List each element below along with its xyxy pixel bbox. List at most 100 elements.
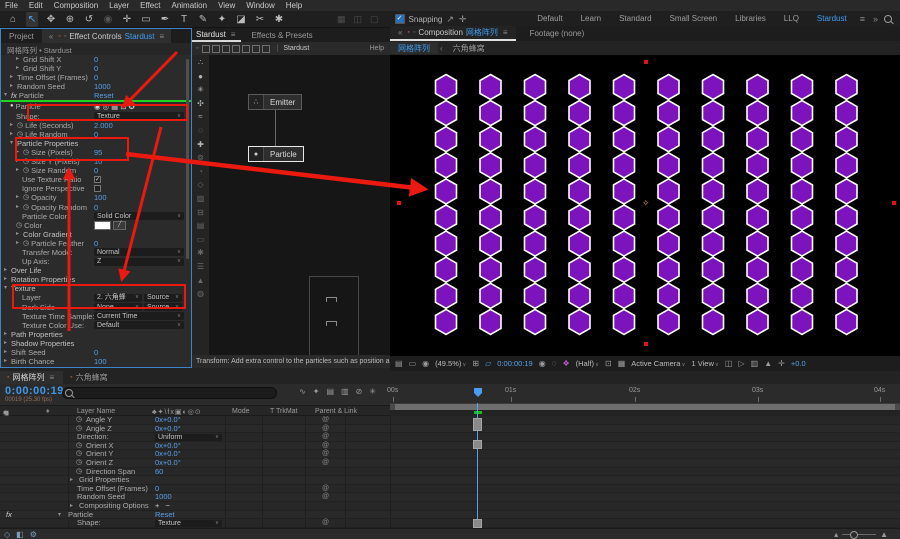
- workspace-tab-stardust[interactable]: Stardust: [808, 11, 856, 27]
- rulers-icon[interactable]: ⊞: [472, 359, 479, 368]
- stopwatch-icon[interactable]: ◷: [16, 221, 22, 230]
- node-type-icon-13[interactable]: ▭: [197, 235, 205, 244]
- property-value[interactable]: 10: [94, 157, 102, 166]
- property-value[interactable]: 0x+0.0°: [155, 425, 181, 434]
- expander-arrow-icon[interactable]: ▸: [70, 476, 73, 485]
- expander-arrow-icon[interactable]: ▸: [16, 157, 21, 166]
- panel-collapse-icon[interactable]: «: [47, 32, 55, 41]
- snapshot-icon[interactable]: ◉: [422, 359, 429, 368]
- workspace-tab-llq[interactable]: LLQ: [775, 11, 808, 27]
- timeline-toggle-icon-2[interactable]: ⚙: [30, 530, 37, 539]
- property-value[interactable]: 0: [94, 130, 98, 139]
- timeline-tab-grid-array[interactable]: ▪ 网格阵列 ≡: [0, 371, 63, 384]
- time-ruler[interactable]: 00s01s02s03s04s: [390, 384, 900, 405]
- expander-arrow-icon[interactable]: ▸: [4, 348, 9, 357]
- particle-mode-icon-4[interactable]: ✪: [128, 102, 134, 111]
- node-type-icon-6[interactable]: ✚: [197, 140, 204, 149]
- zoom-in-icon[interactable]: ▲: [880, 530, 888, 539]
- checkbox-ignore-perspective[interactable]: [94, 185, 101, 192]
- node-filter-icon-2[interactable]: [222, 45, 230, 53]
- timeline-toggle-icon-1[interactable]: ◧: [16, 530, 24, 539]
- timeline-button-icon[interactable]: ▥: [751, 359, 759, 368]
- node-graph-canvas[interactable]: ∴ Emitter ● Particle: [209, 55, 390, 355]
- draft-3d-icon[interactable]: ✦: [313, 387, 320, 396]
- timeline-zoom-slider[interactable]: ▴ ▲: [834, 530, 888, 539]
- dropdown-texture-time-sample-[interactable]: Current Time∨: [94, 312, 184, 320]
- menu-animation[interactable]: Animation: [171, 1, 207, 10]
- resolution-select[interactable]: (Half)∨: [576, 359, 599, 368]
- mask-visibility-icon[interactable]: ▱: [485, 359, 491, 368]
- menu-help[interactable]: Help: [286, 1, 302, 10]
- expander-arrow-icon[interactable]: ▸: [10, 121, 15, 130]
- stopwatch-icon[interactable]: ◷: [76, 450, 82, 459]
- expander-arrow-icon[interactable]: ▾: [4, 284, 9, 293]
- col-layer-name[interactable]: Layer Name: [77, 408, 115, 415]
- snapshot-camera-icon[interactable]: ◉: [539, 359, 546, 368]
- property-value[interactable]: 95: [94, 148, 102, 157]
- tab-composition[interactable]: « ▪ ◦ Composition 网格阵列 ≡: [390, 26, 516, 41]
- expander-arrow-icon[interactable]: ▾: [58, 511, 61, 520]
- dropdown-texture-color-use-[interactable]: Default∨: [94, 321, 184, 329]
- effect-controls-scrollbar[interactable]: [186, 59, 189, 259]
- dropdown-dark-side[interactable]: None∨: [94, 303, 142, 311]
- workspace-tab-standard[interactable]: Standard: [610, 11, 660, 27]
- transparency-grid-icon[interactable]: ▦: [618, 359, 626, 368]
- zoom-tool-icon[interactable]: ⊕: [64, 12, 76, 27]
- expander-arrow-icon[interactable]: ▸: [10, 82, 15, 91]
- viewer-back-icon[interactable]: ‹: [438, 44, 445, 53]
- exposure-icon[interactable]: ✛: [778, 359, 785, 368]
- stardust-lock-icon[interactable]: ◦: [196, 45, 198, 52]
- parent-pickwhip-icon[interactable]: @: [322, 485, 329, 494]
- comp-lock-icon[interactable]: ◦: [413, 29, 415, 36]
- expander-arrow-icon[interactable]: ▸: [16, 166, 21, 175]
- property-value[interactable]: 100: [94, 193, 107, 202]
- menu-file[interactable]: File: [5, 1, 18, 10]
- eraser-tool-icon[interactable]: ◪: [235, 12, 247, 27]
- stopwatch-icon[interactable]: ◷: [17, 130, 23, 139]
- node-type-icon-16[interactable]: ▲: [197, 276, 205, 285]
- flowchart-icon[interactable]: ▤: [395, 359, 403, 368]
- expander-arrow-icon[interactable]: ▸: [10, 73, 15, 82]
- expander-arrow-icon[interactable]: ▸: [4, 357, 9, 366]
- tab-effect-controls[interactable]: « ▪ ◦ Effect Controls Stardust ≡: [42, 29, 171, 43]
- panel-lock-icon[interactable]: ◦: [64, 33, 66, 40]
- layer-bar-segment-0[interactable]: [473, 418, 482, 431]
- timeline-toggle-icon-0[interactable]: ◇: [4, 530, 10, 539]
- workspace-overflow-icon[interactable]: »: [869, 14, 882, 24]
- stopwatch-icon[interactable]: ◷: [17, 121, 23, 130]
- particle-mode-icon-2[interactable]: ▦: [111, 102, 118, 111]
- parent-pickwhip-icon[interactable]: @: [322, 493, 329, 502]
- menu-window[interactable]: Window: [246, 1, 274, 10]
- dropdown-transfer-mode-[interactable]: Normal∨: [94, 248, 184, 256]
- pen-tool-icon[interactable]: ✒: [159, 12, 171, 27]
- anchor-point-icon[interactable]: ✧: [642, 199, 650, 208]
- timeline-toggle-icons[interactable]: ◇ ◧ ⚙: [4, 530, 37, 539]
- node-type-icon-12[interactable]: ▤: [197, 221, 205, 230]
- snapping-checkbox[interactable]: ✓: [395, 14, 405, 24]
- workspace-tab-small-screen[interactable]: Small Screen: [661, 11, 727, 27]
- col-trkmat[interactable]: T TrkMat: [270, 408, 297, 415]
- expander-arrow-icon[interactable]: ▸: [16, 230, 21, 239]
- checkbox-use-texture-ratio[interactable]: ✓: [94, 176, 101, 183]
- property-value[interactable]: 2.000: [94, 121, 113, 130]
- emitter-node[interactable]: ∴ Emitter: [248, 94, 302, 110]
- exposure-value[interactable]: +0.0: [791, 359, 806, 368]
- dropdown-layer[interactable]: 2. 六角蜂∨: [94, 294, 142, 302]
- layer-bar-segment-1[interactable]: [473, 440, 482, 449]
- menu-composition[interactable]: Composition: [54, 1, 98, 10]
- stopwatch-icon[interactable]: ◷: [76, 459, 82, 468]
- node-filter-icon-3[interactable]: [232, 45, 240, 53]
- dropdown-shape-[interactable]: Texture∨: [94, 112, 184, 120]
- stopwatch-icon[interactable]: ◷: [23, 193, 29, 202]
- comp-collapse-icon[interactable]: «: [396, 28, 404, 37]
- stardust-panel-menu-icon[interactable]: ≡: [229, 30, 238, 39]
- hand-tool-icon[interactable]: ✥: [45, 12, 57, 27]
- fast-preview-icon[interactable]: ▷: [738, 359, 744, 368]
- timeline-tab1-menu-icon[interactable]: ≡: [47, 373, 56, 382]
- parent-pickwhip-icon[interactable]: @: [322, 459, 329, 468]
- stopwatch-icon[interactable]: ◷: [76, 416, 82, 425]
- node-type-icon-9[interactable]: ◇: [197, 180, 203, 189]
- eyedropper-icon[interactable]: ╱: [113, 221, 126, 230]
- parent-pickwhip-icon[interactable]: @: [322, 416, 329, 425]
- roto-brush-tool-icon[interactable]: ✂: [254, 12, 266, 27]
